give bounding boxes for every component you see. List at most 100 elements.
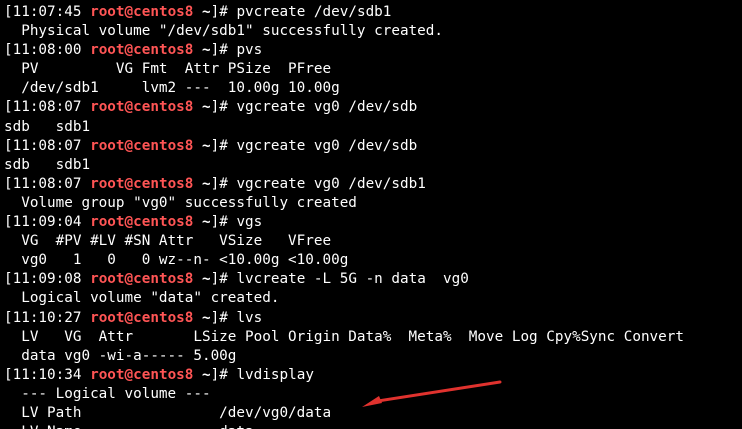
prompt-cwd: ~ [202, 42, 211, 59]
terminal-window[interactable]: [11:07:45 root@centos8 ~]# pvcreate /dev… [0, 0, 742, 429]
output-line: Volume group "vg0" successfully created [0, 194, 742, 213]
output-line: sdb sdb1 [0, 118, 742, 137]
prompt-user: root [90, 175, 125, 192]
prompt-timestamp: 11:09:08 [12, 271, 82, 288]
prompt-open-bracket: [ [4, 99, 13, 116]
prompt-timestamp: 11:09:04 [12, 214, 82, 231]
prompt-cwd: ~ [202, 4, 211, 20]
output-text: sdb sdb1 [4, 118, 91, 135]
output-line: data vg0 -wi-a----- 5.00g [0, 347, 742, 366]
prompt-timestamp: 11:08:07 [12, 137, 82, 154]
prompt-close: ]# [210, 4, 237, 20]
command-text: pvs [236, 42, 263, 59]
prompt-cwd: ~ [202, 137, 211, 154]
output-line: LV Name data [0, 423, 742, 429]
prompt-host: centos8 [133, 4, 194, 20]
prompt-line: [11:08:00 root@centos8 ~]# pvs [0, 41, 742, 60]
prompt-line: [11:07:45 root@centos8 ~]# pvcreate /dev… [0, 3, 742, 22]
prompt-cwd: ~ [202, 175, 211, 192]
prompt-host: centos8 [133, 137, 194, 154]
output-text: LV VG Attr LSize Pool Origin Data% Meta%… [4, 328, 684, 345]
prompt-line: [11:10:34 root@centos8 ~]# lvdisplay [0, 366, 742, 385]
prompt-at: @ [124, 175, 134, 192]
output-line: sdb sdb1 [0, 156, 742, 175]
prompt-at: @ [124, 42, 134, 59]
prompt-line: [11:10:27 root@centos8 ~]# lvs [0, 309, 742, 328]
prompt-at: @ [124, 271, 134, 288]
output-text: Logical volume "data" created. [4, 290, 280, 307]
output-text: data vg0 -wi-a----- 5.00g [4, 347, 237, 364]
prompt-open-bracket: [ [4, 309, 13, 326]
output-text: sdb sdb1 [4, 156, 91, 173]
prompt-line: [11:08:07 root@centos8 ~]# vgcreate vg0 … [0, 175, 742, 194]
prompt-host: centos8 [133, 42, 194, 59]
prompt-line: [11:09:04 root@centos8 ~]# vgs [0, 213, 742, 232]
prompt-host: centos8 [133, 366, 194, 383]
prompt-user: root [90, 4, 125, 20]
output-text: --- Logical volume --- [4, 385, 211, 402]
prompt-cwd: ~ [202, 366, 211, 383]
output-text: PV VG Fmt Attr PSize PFree [4, 61, 332, 78]
output-text: vg0 1 0 0 wz--n- <10.00g <10.00g [4, 252, 349, 269]
prompt-open-bracket: [ [4, 214, 13, 231]
prompt-host: centos8 [133, 99, 194, 116]
prompt-cwd: ~ [202, 309, 211, 326]
prompt-at: @ [124, 4, 134, 20]
output-text: LV Name data [4, 424, 253, 429]
prompt-timestamp: 11:10:27 [12, 309, 82, 326]
output-line: /dev/sdb1 lvm2 --- 10.00g 10.00g [0, 79, 742, 98]
output-text: LV Path /dev/vg0/data [4, 404, 332, 421]
prompt-user: root [90, 42, 125, 59]
prompt-timestamp: 11:08:07 [12, 175, 82, 192]
prompt-open-bracket: [ [4, 271, 13, 288]
output-text: Volume group "vg0" successfully created [4, 194, 357, 211]
prompt-at: @ [124, 309, 134, 326]
prompt-user: root [90, 271, 125, 288]
prompt-open-bracket: [ [4, 4, 13, 20]
prompt-timestamp: 11:07:45 [12, 4, 82, 20]
prompt-host: centos8 [133, 214, 194, 231]
prompt-user: root [90, 99, 125, 116]
prompt-host: centos8 [133, 309, 194, 326]
prompt-close: ]# [210, 99, 237, 116]
prompt-user: root [90, 309, 125, 326]
prompt-line: [11:09:08 root@centos8 ~]# lvcreate -L 5… [0, 270, 742, 289]
prompt-cwd: ~ [202, 99, 211, 116]
prompt-user: root [90, 366, 125, 383]
prompt-close: ]# [210, 271, 237, 288]
output-line: Physical volume "/dev/sdb1" successfully… [0, 22, 742, 41]
prompt-at: @ [124, 214, 134, 231]
prompt-cwd: ~ [202, 271, 211, 288]
prompt-close: ]# [210, 309, 237, 326]
prompt-close: ]# [210, 175, 237, 192]
command-text: vgcreate vg0 /dev/sdb1 [236, 175, 426, 192]
prompt-open-bracket: [ [4, 42, 13, 59]
prompt-cwd: ~ [202, 214, 211, 231]
prompt-at: @ [124, 99, 134, 116]
output-text: VG #PV #LV #SN Attr VSize VFree [4, 233, 332, 250]
output-line: LV VG Attr LSize Pool Origin Data% Meta%… [0, 328, 742, 347]
output-line: vg0 1 0 0 wz--n- <10.00g <10.00g [0, 251, 742, 270]
prompt-close: ]# [210, 137, 237, 154]
prompt-open-bracket: [ [4, 175, 13, 192]
prompt-user: root [90, 137, 125, 154]
prompt-timestamp: 11:08:00 [12, 42, 82, 59]
prompt-timestamp: 11:10:34 [12, 366, 82, 383]
prompt-open-bracket: [ [4, 137, 13, 154]
prompt-host: centos8 [133, 271, 194, 288]
prompt-user: root [90, 214, 125, 231]
